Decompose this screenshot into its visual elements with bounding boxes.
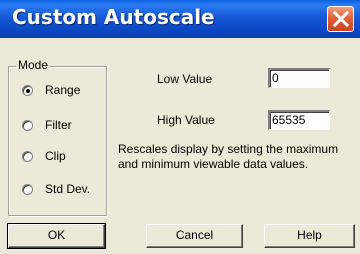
radio-button[interactable] xyxy=(22,150,33,162)
radio-button[interactable] xyxy=(22,84,33,96)
window-title: Custom Autoscale xyxy=(12,5,215,29)
close-icon xyxy=(333,11,349,27)
radio-button[interactable] xyxy=(22,119,33,131)
radio-clip[interactable]: Clip xyxy=(22,149,66,163)
radio-label: Filter xyxy=(45,118,72,132)
high-value-label: High Value xyxy=(157,113,215,127)
radio-label: Clip xyxy=(45,149,66,163)
title-bar[interactable]: Custom Autoscale xyxy=(0,0,360,38)
low-value-field[interactable]: 0 xyxy=(268,68,330,88)
ok-button[interactable]: OK xyxy=(7,223,106,249)
description-text: Rescales display by setting the maximum … xyxy=(118,142,339,171)
high-value-field[interactable]: 65535 xyxy=(268,110,330,130)
radio-label: Range xyxy=(45,83,81,97)
radio-std-dev[interactable]: Std Dev. xyxy=(22,182,90,196)
low-value-label: Low Value xyxy=(157,72,213,86)
cancel-button[interactable]: Cancel xyxy=(146,224,243,248)
close-button[interactable] xyxy=(327,6,354,32)
help-button[interactable]: Help xyxy=(264,224,355,248)
radio-range[interactable]: Range xyxy=(22,83,80,97)
radio-label: Std Dev. xyxy=(45,182,91,196)
radio-filter[interactable]: Filter xyxy=(22,118,72,132)
radio-button[interactable] xyxy=(22,183,33,195)
mode-group-label: Mode xyxy=(16,58,51,72)
